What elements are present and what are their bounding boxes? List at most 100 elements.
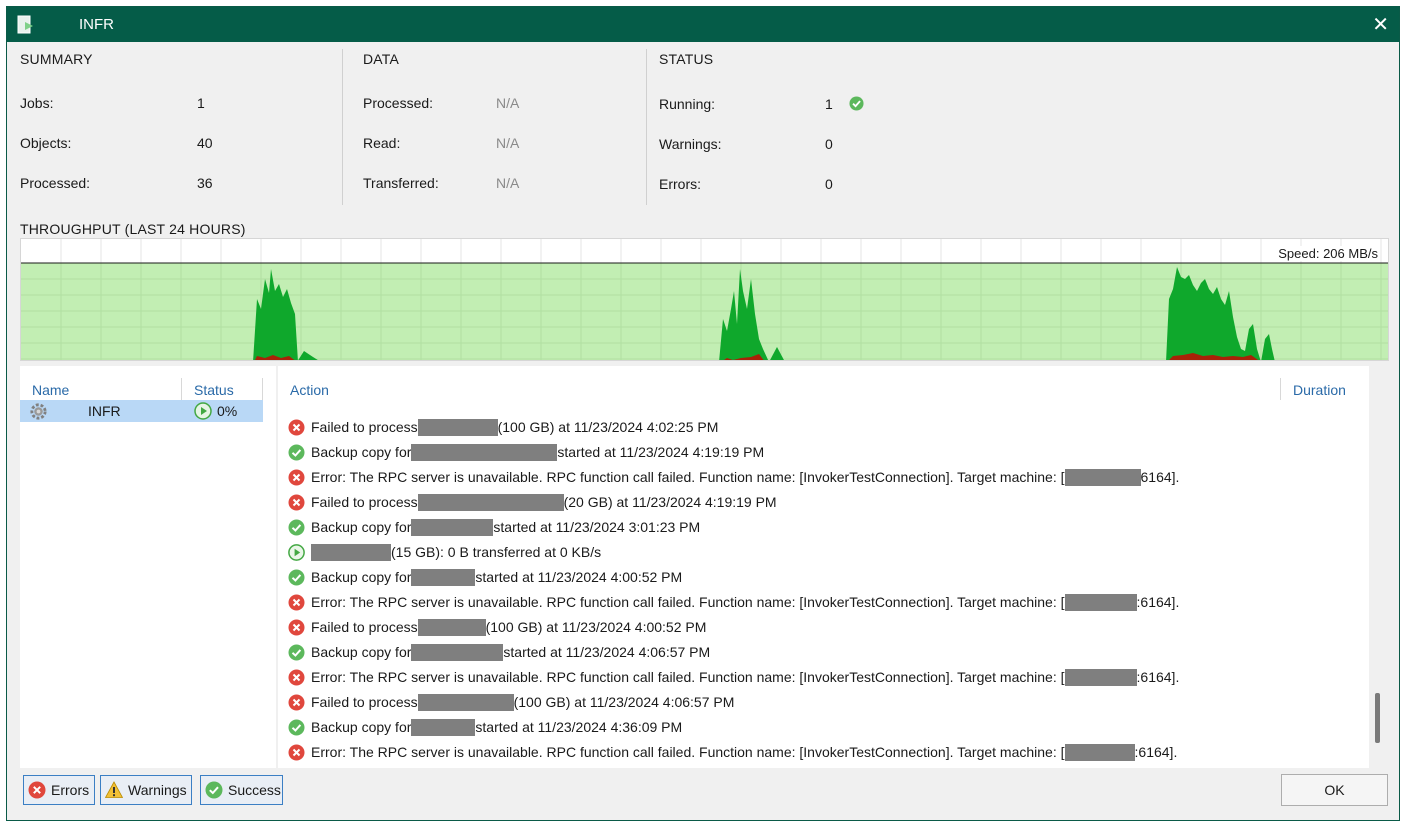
action-row[interactable]: Failed to process (100 GB) at 11/23/2024… — [288, 691, 734, 713]
success-icon — [288, 644, 305, 660]
error-icon — [288, 619, 305, 635]
action-text: Error: The RPC server is unavailable. RP… — [311, 669, 1065, 685]
title-bar: INFR ✕ — [7, 7, 1399, 42]
column-header-status[interactable]: Status — [194, 382, 234, 398]
status-running-label: Running: — [659, 96, 716, 112]
column-header-name[interactable]: Name — [32, 382, 69, 398]
session-details-window: INFR ✕ SUMMARY Jobs: 1 Objects: 40 Proce… — [6, 6, 1400, 821]
divider — [342, 49, 343, 205]
redacted-name — [411, 443, 558, 461]
redacted-name — [311, 543, 391, 561]
action-text: Error: The RPC server is unavailable. RP… — [311, 469, 1065, 485]
redacted-name — [417, 493, 564, 511]
action-row[interactable]: Error: The RPC server is unavailable. RP… — [288, 466, 1179, 488]
error-icon — [288, 594, 305, 610]
action-text: Error: The RPC server is unavailable. RP… — [311, 744, 1065, 760]
errors-filter-button[interactable]: Errors — [23, 775, 95, 805]
column-header-duration[interactable]: Duration — [1293, 382, 1346, 398]
action-row[interactable]: Backup copy for started at 11/23/2024 4:… — [288, 566, 682, 588]
action-row[interactable]: Error: The RPC server is unavailable. RP… — [288, 666, 1179, 688]
job-status: 0% — [217, 403, 238, 419]
gear-icon — [30, 403, 47, 420]
action-text: Backup copy for — [311, 644, 412, 660]
action-text: started at 11/23/2024 4:06:57 PM — [503, 644, 711, 660]
action-row[interactable]: Error: The RPC server is unavailable. RP… — [288, 591, 1179, 613]
action-text: Failed to process — [311, 494, 418, 510]
ok-button[interactable]: OK — [1281, 774, 1388, 806]
summary-objects-value: 40 — [197, 135, 213, 151]
vertical-scrollbar[interactable] — [1375, 693, 1380, 743]
warning-icon — [105, 781, 123, 798]
redacted-name — [417, 693, 514, 711]
action-text: started at 11/23/2024 4:19:19 PM — [557, 444, 765, 460]
action-row[interactable]: Failed to process (100 GB) at 11/23/2024… — [288, 616, 706, 638]
action-text: Failed to process — [311, 694, 418, 710]
action-row[interactable]: Failed to process (20 GB) at 11/23/2024 … — [288, 491, 777, 513]
action-text: Failed to process — [311, 419, 418, 435]
action-text: :6164]. — [1136, 594, 1180, 610]
success-filter-button[interactable]: Success — [200, 775, 283, 805]
action-text: started at 11/23/2024 3:01:23 PM — [493, 519, 701, 535]
error-icon — [288, 744, 305, 760]
warnings-filter-button[interactable]: Warnings — [100, 775, 192, 805]
action-row[interactable]: Backup copy for started at 11/23/2024 4:… — [288, 716, 682, 738]
job-icon — [17, 15, 33, 34]
status-errors-value: 0 — [825, 176, 833, 192]
success-icon — [288, 569, 305, 585]
error-icon — [288, 694, 305, 710]
data-transferred-value: N/A — [496, 175, 520, 191]
action-text: (20 GB) at 11/23/2024 4:19:19 PM — [563, 494, 777, 510]
column-divider — [1280, 378, 1281, 400]
close-icon[interactable]: ✕ — [1372, 12, 1389, 37]
redacted-name — [1064, 468, 1141, 486]
job-row[interactable]: INFR 0% — [20, 400, 263, 422]
action-text: started at 11/23/2024 4:36:09 PM — [475, 719, 683, 735]
summary-jobs-label: Jobs: — [20, 95, 54, 111]
speed-label: Speed: 206 MB/s — [1276, 246, 1380, 261]
summary-processed-label: Processed: — [20, 175, 91, 191]
action-text: 6164]. — [1140, 469, 1180, 485]
redacted-name — [1064, 668, 1137, 686]
action-text: (15 GB): 0 B transferred at 0 KB/s — [391, 544, 602, 560]
action-text: Backup copy for — [311, 519, 412, 535]
redacted-name — [411, 568, 476, 586]
running-icon — [194, 402, 212, 420]
divider — [646, 49, 647, 205]
action-text: Backup copy for — [311, 719, 412, 735]
status-errors-label: Errors: — [659, 176, 701, 192]
warnings-filter-label: Warnings — [128, 782, 187, 798]
action-row[interactable]: Backup copy for started at 11/23/2024 4:… — [288, 641, 710, 663]
error-icon — [288, 419, 305, 435]
column-header-action[interactable]: Action — [290, 382, 329, 398]
success-icon — [288, 719, 305, 735]
data-read-value: N/A — [496, 135, 520, 151]
action-row[interactable]: Backup copy for started at 11/23/2024 4:… — [288, 441, 764, 463]
data-processed-label: Processed: — [363, 95, 434, 111]
action-row[interactable]: Backup copy for started at 11/23/2024 3:… — [288, 516, 700, 538]
action-row[interactable]: Failed to process (100 GB) at 11/23/2024… — [288, 416, 718, 438]
success-filter-label: Success — [228, 782, 281, 798]
redacted-name — [411, 643, 504, 661]
redacted-name — [417, 618, 486, 636]
success-icon — [205, 781, 223, 799]
action-text: :6164]. — [1136, 669, 1180, 685]
status-warnings-label: Warnings: — [659, 136, 722, 152]
job-name: INFR — [88, 403, 121, 419]
redacted-name — [417, 418, 498, 436]
redacted-name — [1064, 593, 1137, 611]
throughput-chart: Speed: 206 MB/s — [20, 238, 1389, 361]
error-icon — [28, 781, 46, 799]
column-divider — [181, 378, 182, 400]
errors-filter-label: Errors — [51, 782, 90, 798]
error-icon — [288, 669, 305, 685]
summary-jobs-value: 1 — [197, 95, 205, 111]
action-row[interactable]: (15 GB): 0 B transferred at 0 KB/s — [288, 541, 601, 563]
data-processed-value: N/A — [496, 95, 520, 111]
running-icon — [288, 543, 305, 561]
actions-panel: Action Duration Failed to process (100 G… — [278, 366, 1369, 768]
summary-objects-label: Objects: — [20, 135, 72, 151]
action-row[interactable]: Error: The RPC server is unavailable. RP… — [288, 741, 1177, 763]
redacted-name — [411, 718, 476, 736]
success-icon — [288, 444, 305, 460]
data-transferred-label: Transferred: — [363, 175, 439, 191]
